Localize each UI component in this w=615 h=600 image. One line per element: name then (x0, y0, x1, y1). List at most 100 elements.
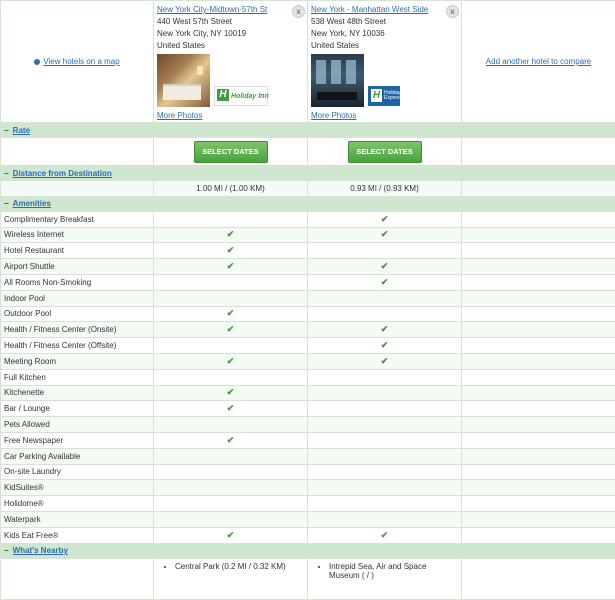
remove-hotel-icon[interactable]: x (292, 5, 305, 18)
amenity-name: Health / Fitness Center (Onsite) (1, 322, 154, 338)
amenity-row: Pets Allowed (1, 417, 615, 433)
check-icon: ✔ (227, 356, 235, 366)
check-icon: ✔ (227, 229, 235, 239)
distance-row: 1.00 MI / (1.00 KM) 0.93 MI / (0.93 KM) (1, 181, 615, 197)
distance-value: 1.00 MI / (1.00 KM) (154, 181, 308, 197)
amenity-row: Meeting Room ✔ ✔ (1, 353, 615, 369)
amenity-row: All Rooms Non-Smoking ✔ (1, 274, 615, 290)
amenity-name: All Rooms Non-Smoking (1, 274, 154, 290)
check-icon: ✔ (381, 530, 389, 540)
hotel-address-line1: 538 West 48th Street (311, 16, 458, 28)
hotel-name-link[interactable]: New York - Manhattan West Side (311, 4, 458, 16)
amenity-name: Car Parking Available (1, 448, 154, 464)
amenity-name: Free Newspaper (1, 432, 154, 448)
amenity-name: Pets Allowed (1, 417, 154, 433)
rate-row: SELECT DATES SELECT DATES (1, 138, 615, 166)
add-hotel-cell: Add another hotel to compare (462, 1, 615, 123)
globe-icon (34, 59, 40, 65)
select-dates-button[interactable]: SELECT DATES (194, 141, 268, 163)
map-cell: View hotels on a map (1, 1, 154, 123)
section-header-distance[interactable]: −Distance from Destination (1, 166, 615, 181)
check-icon: ✔ (227, 245, 235, 255)
amenity-name: Holidome® (1, 496, 154, 512)
check-icon: ✔ (227, 324, 235, 334)
section-label[interactable]: Distance from Destination (13, 169, 112, 178)
hotel-card-1: New York City-Midtown-57th St x 440 West… (154, 1, 308, 123)
view-map-link[interactable]: View hotels on a map (43, 57, 119, 66)
collapse-icon[interactable]: − (4, 546, 9, 555)
hotel-address-line2: New York City, NY 10019 (157, 28, 304, 40)
check-icon: ✔ (381, 277, 389, 287)
amenity-name: Meeting Room (1, 353, 154, 369)
amenity-name: Waterpark (1, 511, 154, 527)
check-icon: ✔ (381, 340, 389, 350)
hotel-address-line1: 440 West 57th Street (157, 16, 304, 28)
amenity-row: Bar / Lounge ✔ (1, 401, 615, 417)
more-photos-link[interactable]: More Photos (311, 110, 458, 122)
amenity-row: Outdoor Pool ✔ (1, 306, 615, 322)
section-header-rate[interactable]: −Rate (1, 123, 615, 138)
amenity-name: Kids Eat Free® (1, 527, 154, 543)
amenity-row: Car Parking Available (1, 448, 615, 464)
more-photos-link[interactable]: More Photos (157, 110, 304, 122)
amenity-name: Full Kitchen (1, 369, 154, 385)
amenity-name: Bar / Lounge (1, 401, 154, 417)
check-icon: ✔ (381, 324, 389, 334)
section-header-amenities[interactable]: −Amenities (1, 196, 615, 211)
hotel-photo[interactable] (157, 54, 210, 107)
hotel-header-row: View hotels on a map New York City-Midto… (1, 1, 615, 123)
remove-hotel-icon[interactable]: x (446, 5, 459, 18)
hotel-name-link[interactable]: New York City-Midtown-57th St (157, 4, 304, 16)
amenity-row: Kids Eat Free® ✔ ✔ (1, 527, 615, 543)
amenity-row: Free Newspaper ✔ (1, 432, 615, 448)
check-icon: ✔ (227, 261, 235, 271)
holiday-inn-express-logo: HHoliday InnExpress (368, 86, 400, 106)
nearby-item: Central Park (0.2 MI / 0.32 KM) (175, 562, 304, 571)
amenity-name: Wireless Internet (1, 227, 154, 243)
amenity-row: Kitchenette ✔ (1, 385, 615, 401)
amenity-name: Health / Fitness Center (Offsite) (1, 338, 154, 354)
collapse-icon[interactable]: − (4, 169, 9, 178)
holiday-inn-logo: HHoliday Inn (214, 86, 268, 106)
check-icon: ✔ (227, 387, 235, 397)
amenity-row: Health / Fitness Center (Offsite) ✔ (1, 338, 615, 354)
amenity-row: KidSuites® (1, 480, 615, 496)
nearby-row: Central Park (0.2 MI / 0.32 KM) Intrepid… (1, 558, 615, 599)
section-label[interactable]: Rate (13, 126, 30, 135)
collapse-icon[interactable]: − (4, 199, 9, 208)
amenity-row: Full Kitchen (1, 369, 615, 385)
hotel-comparison-table: View hotels on a map New York City-Midto… (0, 0, 615, 600)
amenity-row: Hotel Restaurant✔ (1, 243, 615, 259)
amenity-name: On-site Laundry (1, 464, 154, 480)
amenity-row: Waterpark (1, 511, 615, 527)
amenity-name: Outdoor Pool (1, 306, 154, 322)
amenity-row: Complimentary Breakfast ✔ (1, 211, 615, 227)
section-label[interactable]: What's Nearby (13, 546, 68, 555)
select-dates-button[interactable]: SELECT DATES (348, 141, 422, 163)
hotel-country: United States (311, 40, 458, 52)
amenity-name: Complimentary Breakfast (1, 211, 154, 227)
section-label[interactable]: Amenities (13, 199, 51, 208)
distance-value: 0.93 MI / (0.93 KM) (308, 181, 462, 197)
check-icon: ✔ (227, 435, 235, 445)
hotel-card-2: New York - Manhattan West Side x 538 Wes… (308, 1, 462, 123)
check-icon: ✔ (381, 214, 389, 224)
amenity-name: Kitchenette (1, 385, 154, 401)
hotel-photo[interactable] (311, 54, 364, 107)
section-header-nearby[interactable]: −What's Nearby (1, 543, 615, 558)
check-icon: ✔ (227, 530, 235, 540)
amenity-row: Health / Fitness Center (Onsite) ✔ ✔ (1, 322, 615, 338)
amenity-row: Holidome® (1, 496, 615, 512)
check-icon: ✔ (227, 403, 235, 413)
collapse-icon[interactable]: − (4, 126, 9, 135)
amenity-name: KidSuites® (1, 480, 154, 496)
check-icon: ✔ (227, 308, 235, 318)
add-hotel-link[interactable]: Add another hotel to compare (486, 57, 591, 66)
amenity-row: Wireless Internet ✔ ✔ (1, 227, 615, 243)
hotel-country: United States (157, 40, 304, 52)
check-icon: ✔ (381, 229, 389, 239)
amenity-name: Airport Shuttle (1, 259, 154, 275)
check-icon: ✔ (381, 356, 389, 366)
nearby-item: Intrepid Sea, Air and Space Museum ( / ) (329, 562, 458, 580)
amenity-row: Indoor Pool (1, 290, 615, 306)
